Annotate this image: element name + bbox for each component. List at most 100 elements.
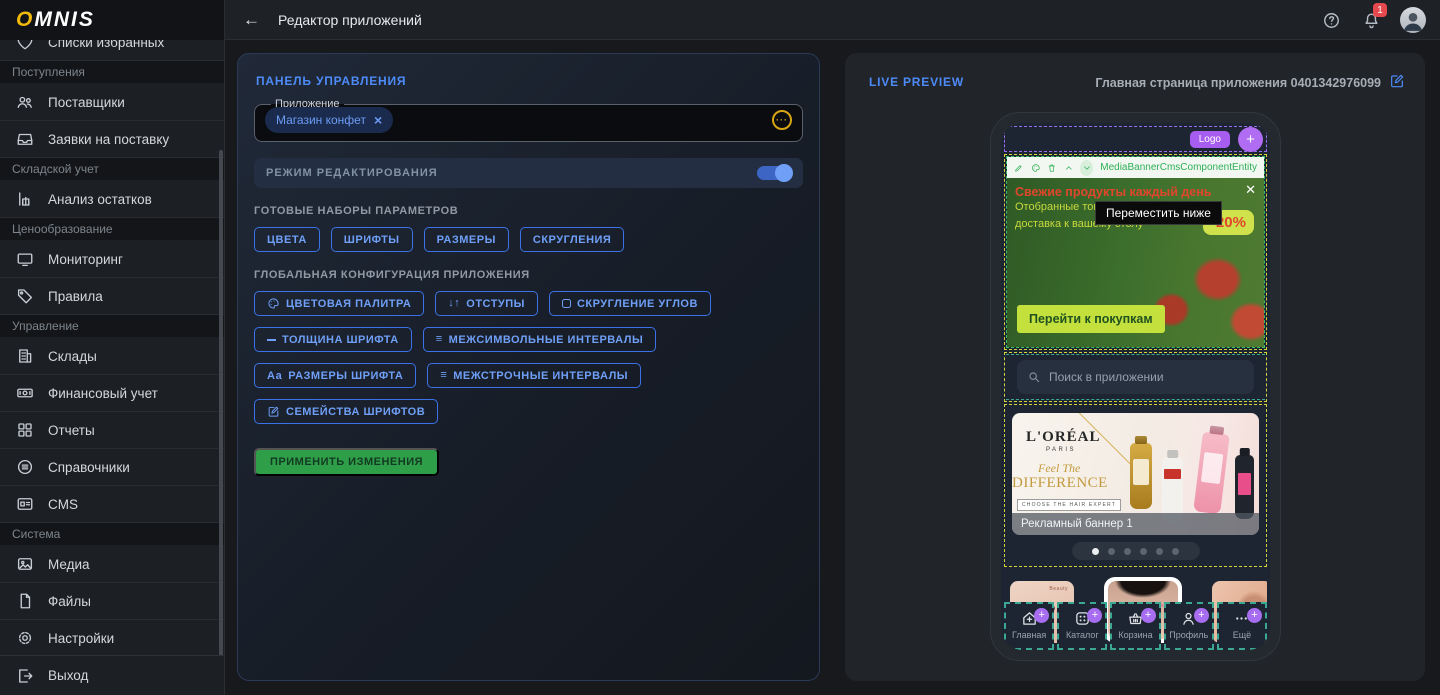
application-field[interactable]: Приложение Магазин конфет × ··· — [254, 98, 803, 142]
add-component-button[interactable]: + — [1238, 127, 1263, 152]
nav-item-catalog[interactable]: Каталог + — [1057, 602, 1108, 650]
file-icon — [20, 593, 31, 609]
edit-mode-row: РЕЖИМ РЕДАКТИРОВАНИЯ — [254, 158, 803, 188]
sidebar-item-label: Склады — [48, 348, 97, 364]
sidebar-section-system: Система — [0, 523, 224, 546]
toggle-knob — [775, 164, 793, 182]
sidebar-item-monitoring[interactable]: Мониторинг — [0, 241, 224, 278]
move-down-button[interactable] — [1080, 159, 1094, 176]
sidebar-item-label: Выход — [48, 668, 89, 683]
sidebar-item-label: Поставщики — [48, 94, 125, 110]
chevron-down-icon — [1083, 165, 1090, 170]
carousel-dot[interactable] — [1156, 547, 1163, 555]
application-chip[interactable]: Магазин конфет × — [265, 107, 394, 133]
config-corner-radius-button[interactable]: СКРУГЛЕНИЕ УГЛОВ — [548, 291, 711, 316]
app-header-zone[interactable]: Logo + — [1004, 126, 1267, 152]
question-circle-icon — [1323, 12, 1339, 28]
carousel-dot[interactable] — [1140, 547, 1147, 555]
brand-logo[interactable]: OMNIS — [0, 0, 224, 40]
preset-colors-button[interactable]: ЦВЕТА — [254, 227, 320, 252]
carousel-dot[interactable] — [1108, 547, 1115, 555]
banner-cta-button[interactable]: Перейти к покупкам — [1017, 305, 1165, 333]
move-down-tooltip: Переместить ниже — [1095, 201, 1222, 225]
pencil-icon[interactable] — [1014, 162, 1024, 174]
chevron-up-icon[interactable] — [1064, 162, 1074, 174]
live-preview-panel: LIVE PREVIEW Главная страница приложения… — [845, 53, 1425, 681]
carousel-dot[interactable] — [1124, 547, 1131, 555]
config-line-height-button[interactable]: ≡ МЕЖСТРОЧНЫЕ ИНТЕРВАЛЫ — [427, 363, 642, 388]
config-font-family-button[interactable]: СЕМЕЙСТВА ШРИФТОВ — [254, 399, 439, 424]
sidebar-item-files[interactable]: Файлы — [0, 583, 224, 620]
sidebar-item-settings[interactable]: Настройки — [0, 620, 224, 655]
nav-item-more[interactable]: Ещё + — [1216, 602, 1268, 650]
inbox-icon — [17, 133, 33, 145]
carousel-dot[interactable] — [1172, 547, 1179, 555]
config-spacing-button[interactable]: ↓↑ ОТСТУПЫ — [435, 291, 538, 316]
sidebar-item-directories[interactable]: Справочники — [0, 449, 224, 486]
trash-icon[interactable] — [1047, 162, 1057, 174]
ad-tagline-italic: Feel The — [1038, 461, 1081, 475]
sidebar-item-supply-requests[interactable]: Заявки на поставку — [0, 121, 224, 158]
notifications-badge: 1 — [1373, 3, 1387, 17]
sidebar-item-reports[interactable]: Отчеты — [0, 412, 224, 449]
sidebar-item-rules[interactable]: Правила — [0, 278, 224, 315]
ad-banner-caption: Рекламный баннер 1 — [1012, 513, 1259, 535]
preset-roundings-button[interactable]: СКРУГЛЕНИЯ — [519, 227, 625, 252]
topbar-actions: 1 — [1320, 0, 1426, 40]
nav-add-button[interactable]: + — [1247, 608, 1263, 623]
preset-sizes-button[interactable]: РАЗМЕРЫ — [423, 227, 509, 252]
preset-fonts-button[interactable]: ШРИФТЫ — [330, 227, 413, 252]
sidebar-item-cms[interactable]: CMS — [0, 486, 224, 523]
presets-title: ГОТОВЫЕ НАБОРЫ ПАРАМЕТРОВ — [254, 205, 459, 217]
page-edit-button[interactable] — [1389, 73, 1405, 89]
search-input[interactable]: Поиск в приложении — [1017, 360, 1254, 394]
config-color-palette-button[interactable]: ЦВЕТОВАЯ ПАЛИТРА — [254, 291, 425, 316]
sidebar-item-suppliers[interactable]: Поставщики — [0, 84, 224, 121]
palette-icon[interactable] — [1031, 162, 1041, 174]
monitor-icon — [17, 253, 33, 267]
sidebar-item-logout[interactable]: Выход — [0, 655, 224, 695]
people-icon — [17, 96, 32, 108]
sidebar-item-finance[interactable]: Финансовый учет — [0, 375, 224, 412]
sidebar-item-label: Правила — [48, 288, 103, 304]
component-toolbar: MediaBannerCmsComponentEntity — [1007, 157, 1264, 178]
sidebar-scrollbar[interactable] — [219, 150, 223, 655]
edit-mode-toggle[interactable] — [757, 164, 793, 182]
sidebar-item-label: Файлы — [48, 593, 91, 609]
logo-chip[interactable]: Logo — [1189, 131, 1230, 148]
nav-add-button[interactable]: + — [1140, 608, 1156, 623]
font-size-icon: Аа — [267, 369, 283, 382]
sidebar-item-label: Медиа — [48, 556, 90, 572]
nav-item-home[interactable]: Главная + — [1004, 602, 1055, 650]
media-banner-component[interactable]: MediaBannerCmsComponentEntity Свежие про… — [1004, 154, 1267, 350]
heart-icon — [17, 40, 33, 50]
chip-remove-icon[interactable]: × — [374, 113, 382, 127]
back-arrow-icon[interactable]: ← — [243, 10, 260, 30]
ad-banner[interactable]: L'ORÉAL PARIS Feel The DIFFERENCE CHOOSE… — [1012, 413, 1259, 535]
carousel-dot[interactable] — [1092, 547, 1099, 555]
sidebar-item-favorites-lists[interactable]: Списки избранных — [0, 40, 224, 61]
carousel-section: L'ORÉAL PARIS Feel The DIFFERENCE CHOOSE… — [1004, 404, 1267, 567]
field-more-button[interactable]: ··· — [772, 110, 792, 130]
nav-item-profile[interactable]: Профиль + — [1163, 602, 1214, 650]
sidebar-item-stock-analysis[interactable]: Анализ остатков — [0, 181, 224, 218]
phone-mockup: Logo + MediaBannerCmsComponentEntity Све… — [990, 112, 1281, 661]
sidebar-item-label: Анализ остатков — [48, 191, 152, 207]
config-font-size-button[interactable]: Аа РАЗМЕРЫ ШРИФТА — [254, 363, 417, 388]
help-button[interactable] — [1320, 9, 1342, 31]
brand-logo-text: OMNIS — [16, 8, 95, 31]
config-font-weight-button[interactable]: ТОЛЩИНА ШРИФТА — [254, 327, 412, 352]
sidebar-item-warehouses[interactable]: Склады — [0, 338, 224, 375]
nav-add-button[interactable]: + — [1087, 608, 1103, 623]
close-icon[interactable]: ✕ — [1245, 182, 1256, 198]
config-letter-spacing-button[interactable]: ≡ МЕЖСИМВОЛЬНЫЕ ИНТЕРВАЛЫ — [422, 327, 657, 352]
apply-changes-button[interactable]: ПРИМЕНИТЬ ИЗМЕНЕНИЯ — [254, 448, 440, 476]
sidebar-item-media[interactable]: Медиа — [0, 546, 224, 583]
nav-add-button[interactable]: + — [1034, 608, 1050, 623]
avatar[interactable] — [1400, 7, 1426, 33]
edit-icon — [1391, 74, 1404, 88]
nav-item-cart[interactable]: Корзина + — [1110, 602, 1161, 650]
nav-add-button[interactable]: + — [1193, 608, 1209, 623]
search-section: Поиск в приложении — [1004, 352, 1267, 402]
notifications-button[interactable]: 1 — [1360, 3, 1387, 31]
